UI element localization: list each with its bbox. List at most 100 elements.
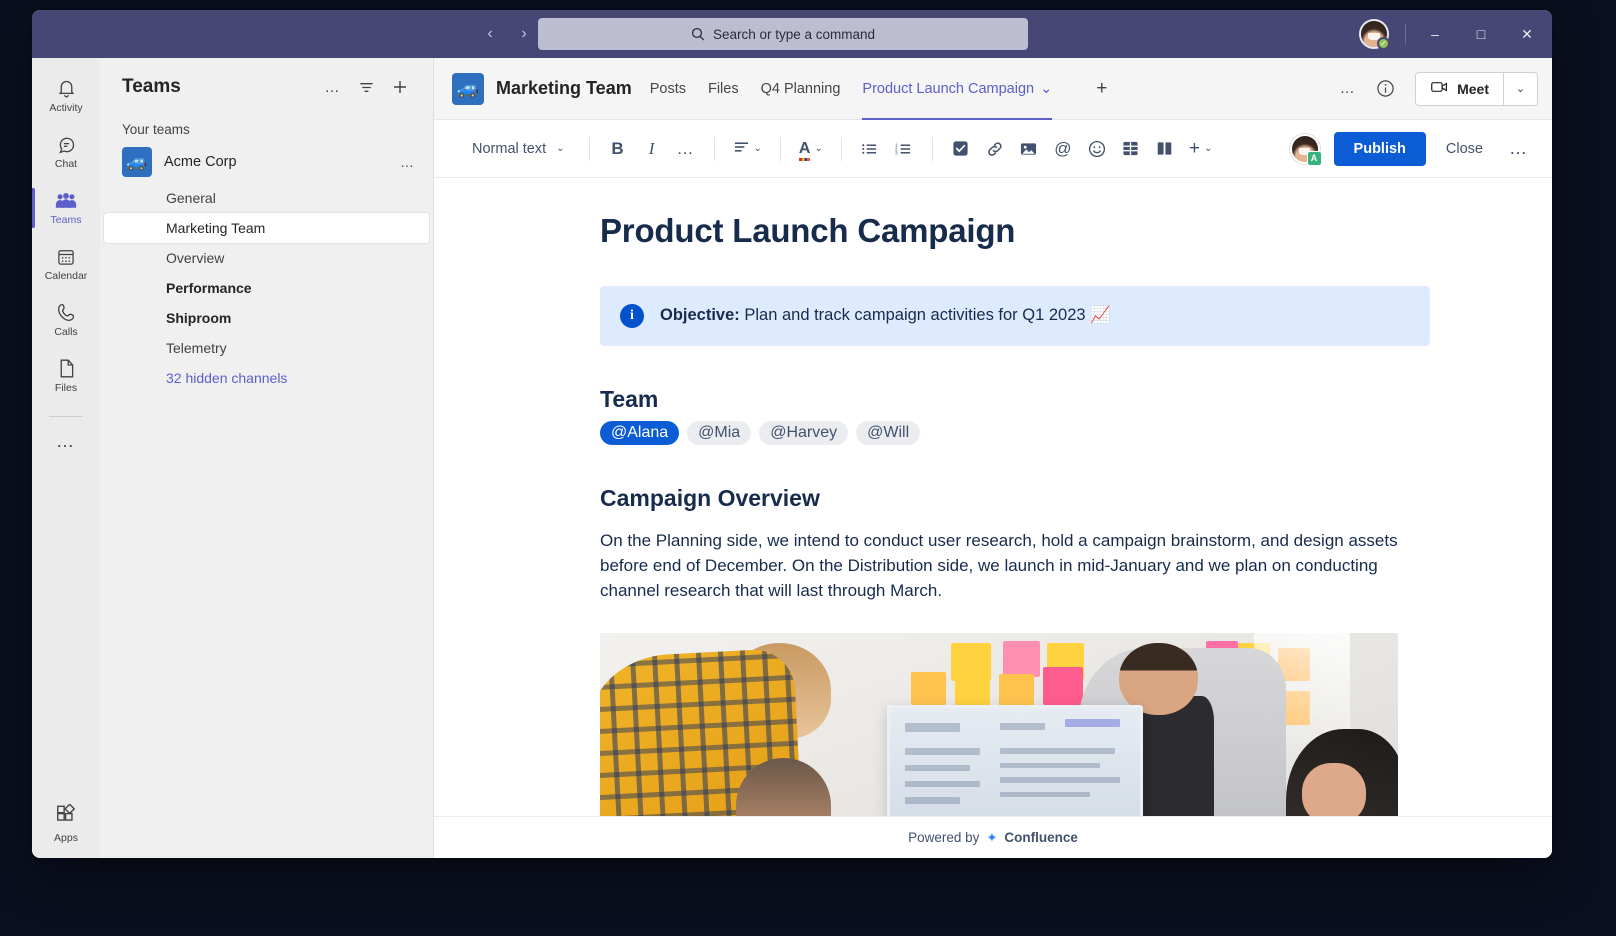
close-editor-button[interactable]: Close: [1440, 133, 1489, 165]
campaign-overview-paragraph[interactable]: On the Planning side, we intend to condu…: [600, 528, 1430, 603]
maximize-button[interactable]: □: [1458, 10, 1504, 58]
team-overflow-button[interactable]: …: [400, 154, 415, 170]
layout-icon[interactable]: [1149, 133, 1181, 165]
rail-item-teams[interactable]: Teams: [32, 180, 100, 236]
tab-files[interactable]: Files: [708, 58, 739, 120]
sidebar-hidden-channels-link[interactable]: 32 hidden channels: [104, 363, 429, 393]
rail-label-calendar: Calendar: [45, 270, 88, 282]
sidebar-channel-performance[interactable]: Performance: [104, 273, 429, 303]
meet-label: Meet: [1457, 81, 1489, 97]
channel-header-actions: … Meet: [1335, 72, 1538, 106]
bullet-list-icon[interactable]: [854, 133, 886, 165]
presence-badge-available: ✓: [1377, 37, 1390, 50]
align-left-icon: [733, 140, 750, 158]
sidebar-channel-telemetry[interactable]: Telemetry: [104, 333, 429, 363]
text-color-dropdown[interactable]: A ⌄: [793, 133, 829, 165]
calendar-icon: [56, 247, 76, 267]
team-mentions: @Alana @Mia @Harvey @Will: [600, 421, 1430, 445]
rail-label-chat: Chat: [55, 158, 77, 170]
text-style-dropdown[interactable]: Normal text ⌄: [460, 133, 577, 165]
sticky-note: [999, 674, 1034, 708]
insert-more-icon[interactable]: + ⌄: [1183, 133, 1219, 165]
publish-button[interactable]: Publish: [1334, 132, 1426, 166]
team-brainstorm-photo[interactable]: [600, 633, 1398, 816]
add-team-button[interactable]: [385, 72, 415, 102]
user-avatar[interactable]: ✓: [1359, 19, 1389, 49]
image-icon[interactable]: [1013, 133, 1045, 165]
rail-label-apps: Apps: [54, 832, 78, 844]
link-icon[interactable]: [979, 133, 1011, 165]
mention-chip-alana[interactable]: @Alana: [600, 421, 679, 445]
channel-more-button[interactable]: …: [1335, 77, 1359, 101]
mention-chip-harvey[interactable]: @Harvey: [759, 421, 848, 445]
team-heading: Team: [600, 386, 1430, 413]
teams-more-button[interactable]: …: [317, 72, 347, 102]
emoji-icon[interactable]: [1081, 133, 1113, 165]
table-icon[interactable]: [1115, 133, 1147, 165]
app-rail: Activity Chat: [32, 58, 100, 858]
filter-icon[interactable]: [351, 72, 381, 102]
rail-item-chat[interactable]: Chat: [32, 124, 100, 180]
minimize-button[interactable]: –: [1412, 10, 1458, 58]
navigation-arrows: ‹ ›: [476, 20, 538, 48]
italic-button[interactable]: I: [636, 133, 668, 165]
powered-by-label: Powered by: [908, 830, 979, 845]
rail-item-activity[interactable]: Activity: [32, 68, 100, 124]
file-icon: [57, 358, 76, 379]
teams-panel-header: Teams …: [100, 58, 433, 116]
numbered-list-icon[interactable]: 1 2 3: [888, 133, 920, 165]
info-icon[interactable]: [1373, 77, 1397, 101]
rail-label-teams: Teams: [51, 214, 82, 226]
toolbar-divider: [932, 137, 933, 161]
chevron-down-icon[interactable]: ⌄: [1040, 81, 1052, 97]
meet-dropdown-button[interactable]: ⌄: [1503, 73, 1537, 105]
rail-item-calendar[interactable]: Calendar: [32, 236, 100, 292]
rail-item-calls[interactable]: Calls: [32, 292, 100, 348]
mention-chip-will[interactable]: @Will: [856, 421, 920, 445]
sidebar-channel-marketing-team[interactable]: Marketing Team: [104, 213, 429, 243]
document-title[interactable]: Product Launch Campaign: [600, 212, 1430, 250]
document-column: Product Launch Campaign i Objective: Pla…: [600, 212, 1430, 816]
chevron-down-icon: ⌄: [814, 143, 822, 154]
search-input[interactable]: Search or type a command: [538, 18, 1028, 50]
collaborator-badge: A: [1307, 151, 1322, 166]
task-list-icon[interactable]: [945, 133, 977, 165]
tab-product-launch-campaign[interactable]: Product Launch Campaign ⌄: [862, 58, 1052, 120]
editor-more-button[interactable]: …: [1503, 138, 1534, 159]
team-row-acme-corp[interactable]: 🚙 Acme Corp …: [100, 141, 433, 183]
bold-button[interactable]: B: [602, 133, 634, 165]
text-color-icon: A: [799, 140, 811, 158]
back-icon[interactable]: ‹: [476, 20, 504, 48]
forward-icon[interactable]: ›: [510, 20, 538, 48]
tab-posts[interactable]: Posts: [650, 58, 686, 120]
svg-text:3: 3: [895, 150, 898, 155]
photo-person-head: [1119, 643, 1199, 715]
sidebar-channel-general[interactable]: General: [104, 183, 429, 213]
chevron-down-icon: ⌄: [1204, 143, 1212, 154]
objective-value: Plan and track campaign activities for Q…: [740, 306, 1111, 324]
rail-item-files[interactable]: Files: [32, 348, 100, 404]
confluence-brand-label: Confluence: [1004, 830, 1078, 845]
tab-q4-planning[interactable]: Q4 Planning: [761, 58, 841, 120]
more-formatting-button[interactable]: …: [670, 133, 702, 165]
document-scroll-area[interactable]: Product Launch Campaign i Objective: Pla…: [434, 178, 1552, 816]
channel-title: Marketing Team: [496, 78, 632, 99]
window-controls-group: ✓ – □ ✕: [1359, 10, 1552, 58]
main-content: 🚙 Marketing Team Posts Files Q4 Planning…: [434, 58, 1552, 858]
info-icon: i: [620, 304, 644, 328]
sticky-note: [911, 672, 946, 706]
sidebar-channel-shiproom[interactable]: Shiproom: [104, 303, 429, 333]
rail-item-apps[interactable]: Apps: [32, 804, 100, 844]
chat-icon: [56, 134, 77, 155]
editor-avatar[interactable]: A: [1290, 134, 1320, 164]
add-tab-button[interactable]: +: [1096, 78, 1107, 100]
sidebar-channel-overview[interactable]: Overview: [104, 243, 429, 273]
align-dropdown[interactable]: ⌄: [727, 133, 768, 165]
mention-icon[interactable]: @: [1047, 133, 1079, 165]
rail-more-button[interactable]: …: [56, 421, 76, 461]
meet-button[interactable]: Meet: [1416, 73, 1503, 105]
close-button[interactable]: ✕: [1504, 10, 1550, 58]
bell-icon: [56, 78, 77, 99]
people-icon: [55, 191, 77, 211]
mention-chip-mia[interactable]: @Mia: [687, 421, 751, 445]
